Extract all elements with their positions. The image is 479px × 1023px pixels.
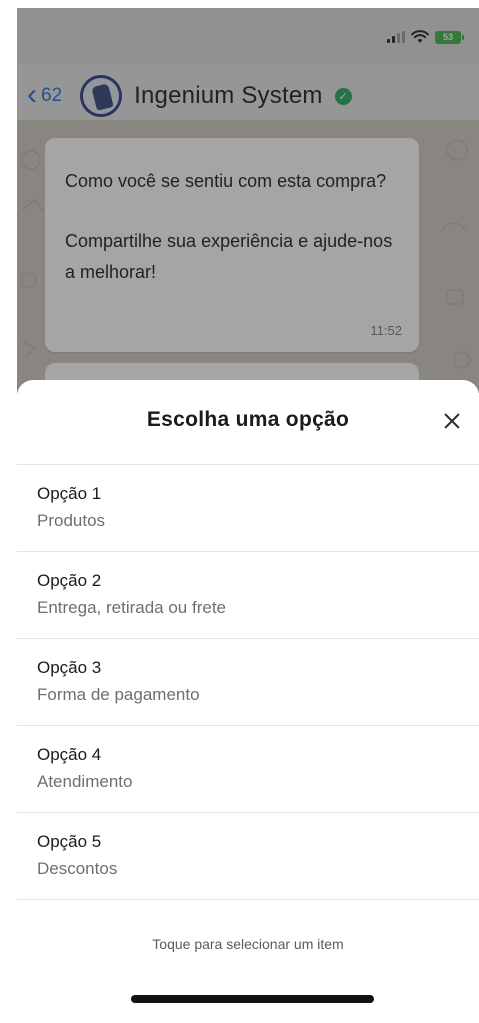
option-description: Entrega, retirada ou frete — [37, 598, 227, 617]
dim-overlay[interactable] — [17, 8, 479, 393]
option-label: Opção 4 — [37, 745, 102, 764]
home-indicator[interactable] — [131, 995, 374, 1003]
option-label: Opção 1 — [37, 484, 102, 503]
option-description: Produtos — [37, 511, 106, 530]
option-description: Atendimento — [37, 772, 133, 791]
select-hint: Toque para selecionar um item — [152, 936, 344, 952]
option-label: Opção 5 — [37, 832, 102, 851]
option-label: Opção 3 — [37, 658, 102, 677]
option-label: Opção 2 — [37, 571, 102, 590]
options-sheet: Escolha uma opção Opção 1 Produtos Opção… — [17, 380, 479, 1023]
option-description: Forma de pagamento — [37, 685, 200, 704]
option-item-2[interactable]: Opção 2 Entrega, retirada ou frete — [17, 552, 479, 639]
option-item-3[interactable]: Opção 3 Forma de pagamento — [17, 639, 479, 726]
chat-background: 53 ‹ 62 Ingenium System ✓ Como você se s… — [17, 8, 479, 393]
option-item-4[interactable]: Opção 4 Atendimento — [17, 726, 479, 813]
option-item-5[interactable]: Opção 5 Descontos — [17, 813, 479, 900]
sheet-title: Escolha uma opção — [146, 408, 350, 431]
option-item-1[interactable]: Opção 1 Produtos — [17, 465, 479, 552]
option-description: Descontos — [37, 859, 118, 878]
screen: 53 ‹ 62 Ingenium System ✓ Como você se s… — [17, 8, 479, 1023]
sheet-header: Escolha uma opção — [17, 380, 479, 465]
close-icon[interactable] — [437, 406, 467, 436]
